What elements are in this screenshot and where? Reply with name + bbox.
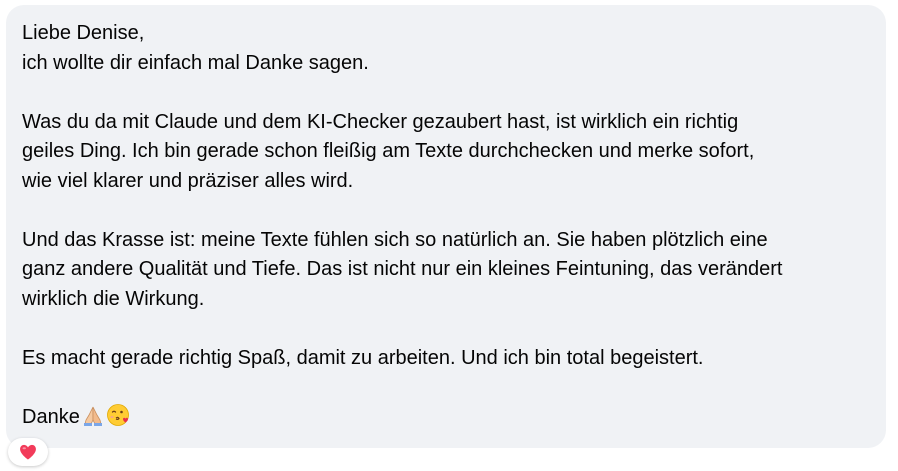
- message-bubble[interactable]: Liebe Denise, ich wollte dir einfach mal…: [6, 5, 886, 448]
- message-line: wirklich die Wirkung.: [22, 287, 205, 310]
- heart-icon: [18, 442, 38, 462]
- reaction-badge[interactable]: [8, 438, 48, 466]
- message-line: geiles Ding. Ich bin gerade schon fleißi…: [22, 140, 755, 162]
- message-greeting: Liebe Denise,: [22, 22, 145, 44]
- message-line: ich wollte dir einfach mal Danke sagen.: [22, 51, 369, 74]
- message-line: ganz andere Qualität und Tiefe. Das ist …: [22, 258, 783, 280]
- message-line: Und das Krasse ist: meine Texte fühlen s…: [22, 228, 768, 251]
- message-line: Es macht gerade richtig Spaß, damit zu a…: [22, 346, 704, 369]
- folded-hands-icon: [81, 403, 105, 427]
- face-blowing-kiss-icon: [106, 403, 130, 427]
- message-closing: Danke: [22, 405, 80, 428]
- message-line: Was du da mit Claude und dem KI-Checker …: [22, 110, 739, 133]
- chat-canvas: Liebe Denise, ich wollte dir einfach mal…: [0, 0, 898, 471]
- message-closing-line: Danke: [22, 403, 870, 433]
- message-line: wie viel klarer und präziser alles wird.: [22, 169, 354, 192]
